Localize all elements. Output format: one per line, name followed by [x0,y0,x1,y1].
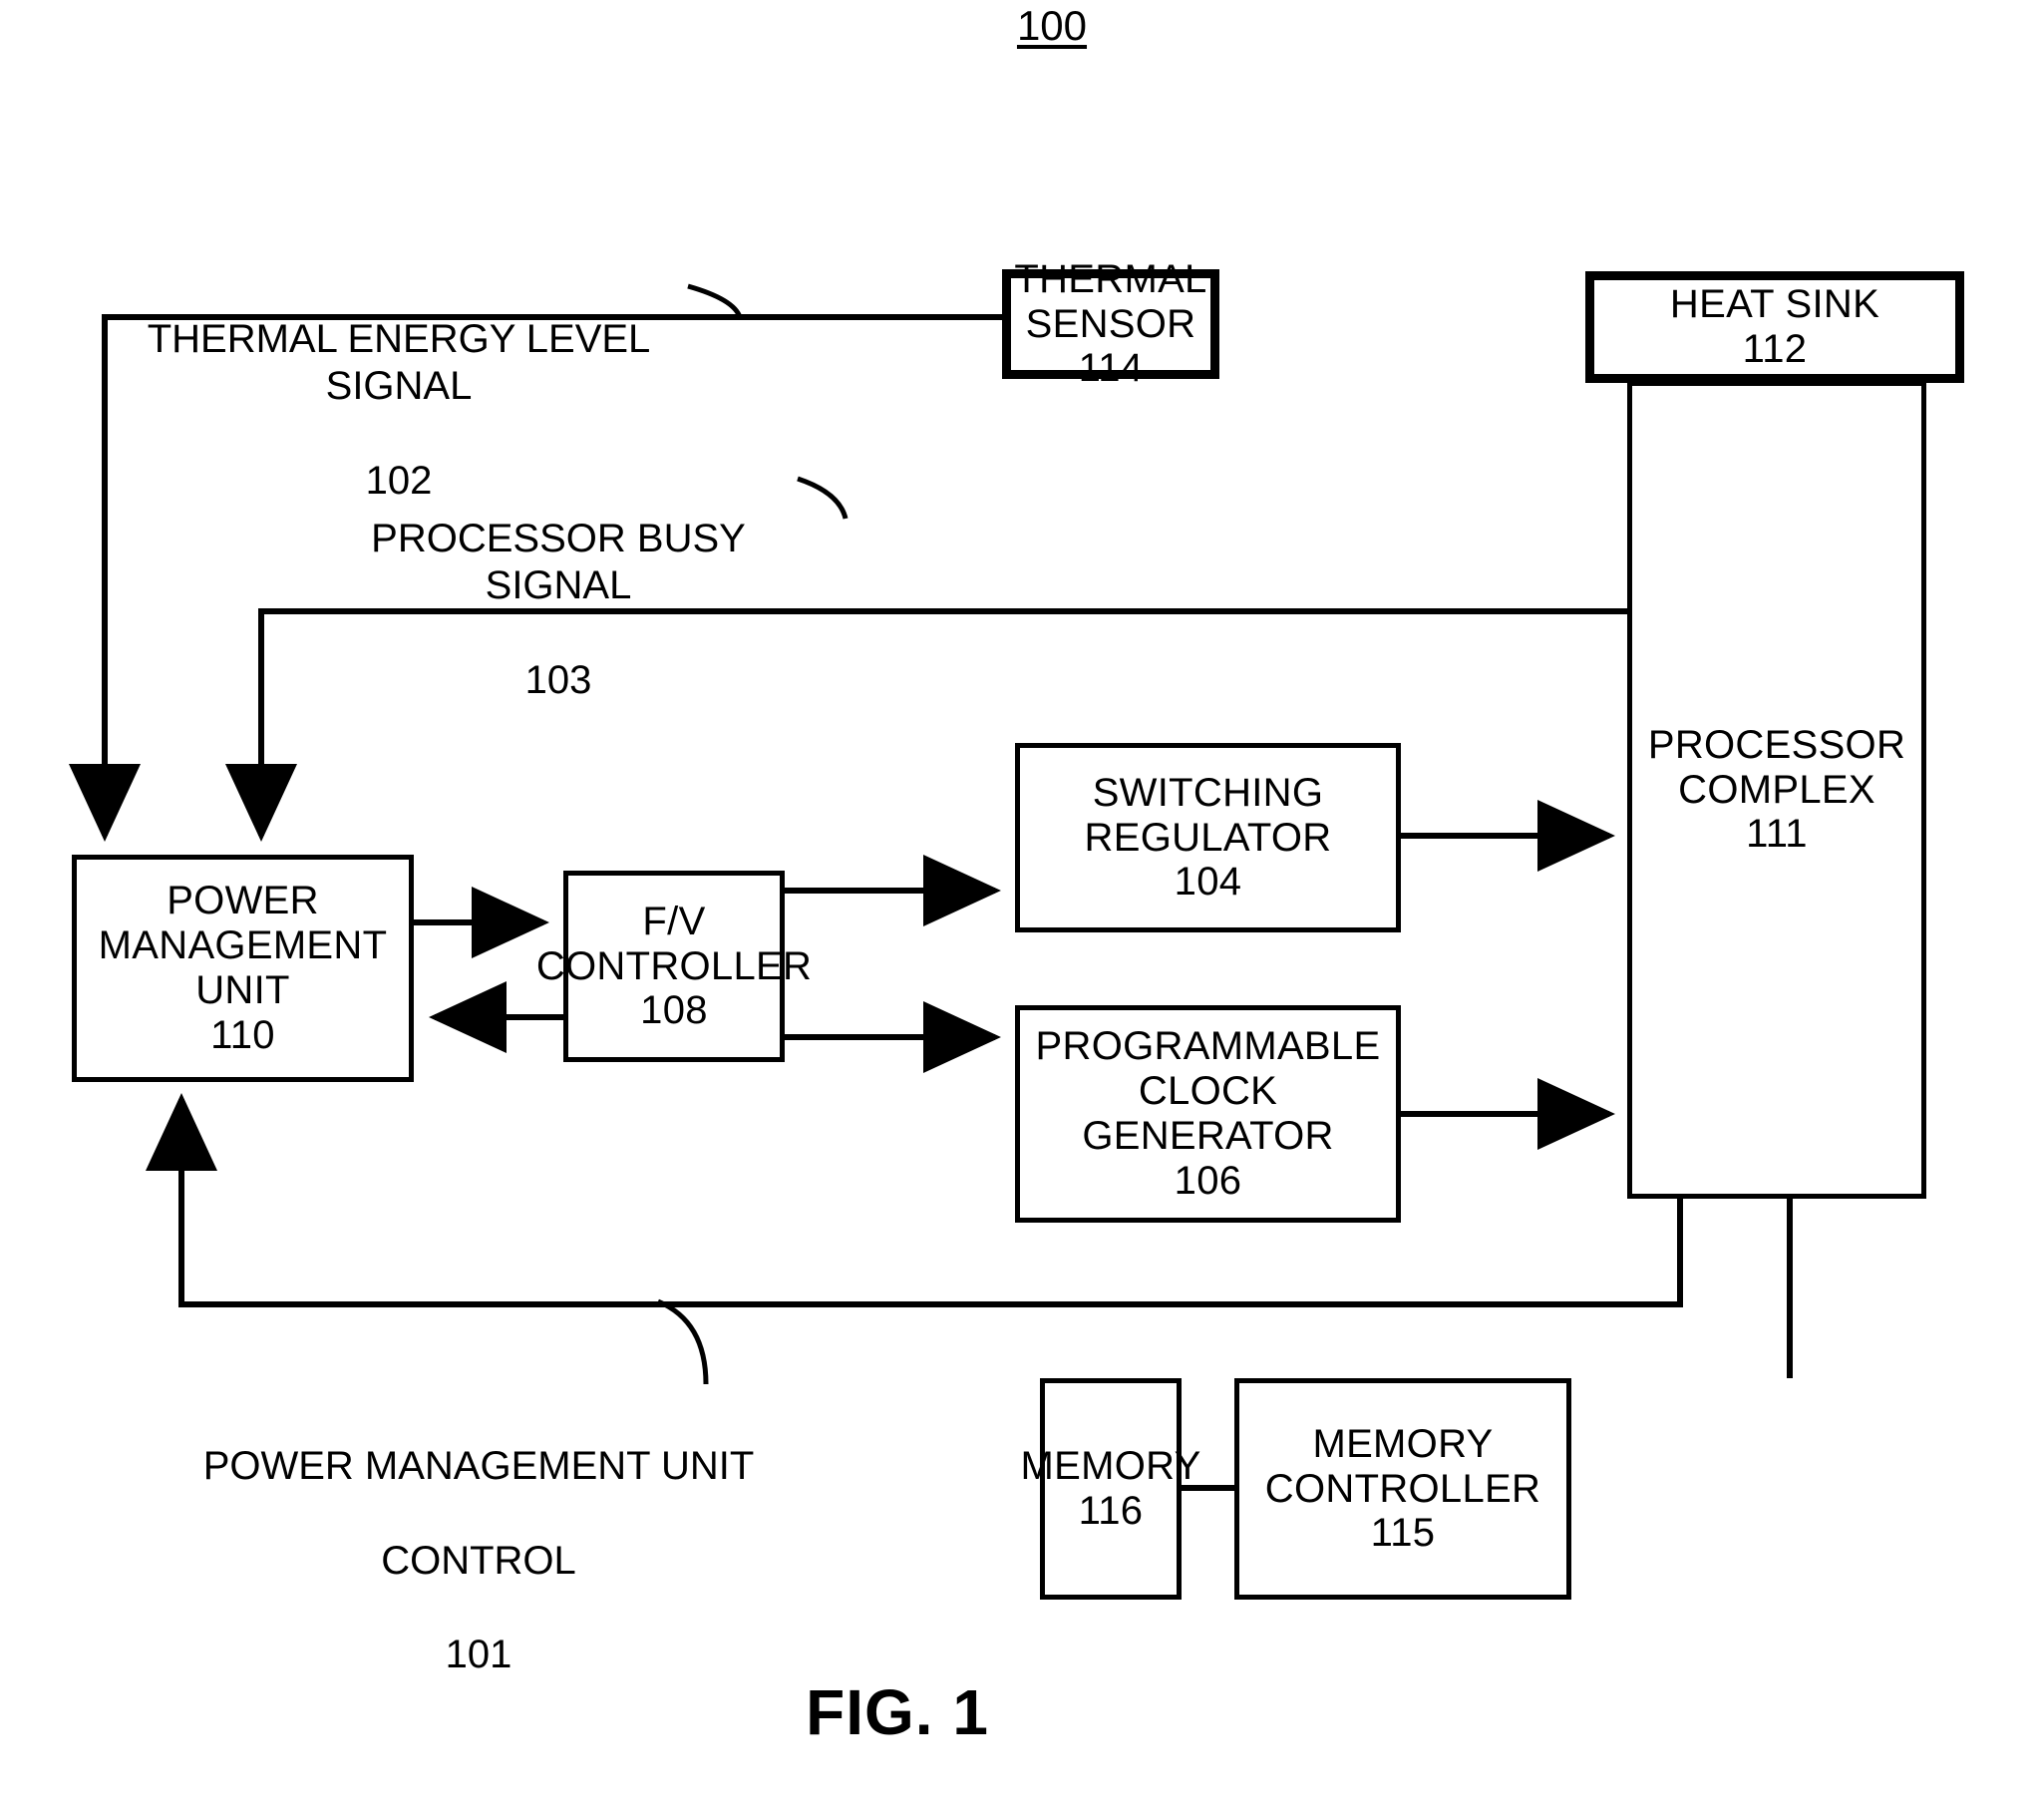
block-fv-controller-ref: 108 [640,988,708,1033]
wire-pmu-control-feedback [146,1093,1683,1307]
label-pmu-control-line1: POWER MANAGEMENT UNIT [202,1444,755,1489]
block-pmu-line1: POWER [167,879,319,923]
leader-power-management-unit-control [657,1298,709,1385]
label-processor-busy-signal-ref: 103 [524,657,592,702]
block-clock-generator-line2: CLOCK [1138,1069,1278,1114]
block-thermal-sensor[interactable]: THERMAL SENSOR 114 [1002,257,1219,390]
block-thermal-sensor-line1: THERMAL [1014,256,1207,301]
block-switching-regulator-line1: SWITCHING [1092,770,1324,815]
label-processor-busy-signal-text: PROCESSOR BUSY SIGNAL [371,517,746,608]
block-switching-regulator[interactable]: SWITCHING REGULATOR 104 [1015,743,1401,932]
figure-canvas: 100 THERMAL ENERGY LEVEL SIGNAL 102 PROC… [0,0,2039,1820]
block-programmable-clock-generator[interactable]: PROGRAMMABLE CLOCK GENERATOR 106 [1015,1005,1401,1223]
block-thermal-sensor-line2: SENSOR [1025,301,1196,346]
block-heat-sink-line1: HEAT SINK [1669,282,1880,327]
block-clock-generator-ref: 106 [1174,1158,1242,1203]
block-memory-ref: 116 [1078,1489,1144,1533]
block-fv-controller-line2: CONTROLLER [535,943,813,988]
label-pmu-control-ref: 101 [445,1632,512,1676]
block-pmu-ref: 110 [210,1012,275,1057]
block-pmu-line3: UNIT [195,968,290,1012]
label-power-management-unit-control: POWER MANAGEMENT UNIT CONTROL 101 [170,1396,788,1725]
block-processor-complex-ref: 111 [1746,812,1808,857]
figure-number: 100 [1016,2,1088,49]
label-thermal-energy-level-signal-text: THERMAL ENERGY LEVEL SIGNAL [147,317,651,409]
block-clock-generator-line1: PROGRAMMABLE [1035,1024,1381,1069]
block-memory-controller-ref: 115 [1370,1511,1436,1556]
block-memory-controller-line1: MEMORY [1312,1421,1494,1466]
block-switching-regulator-line2: REGULATOR [1084,815,1332,860]
block-fv-controller-line1: F/V [642,899,706,943]
block-memory-controller-line2: CONTROLLER [1264,1466,1541,1511]
block-processor-complex-line1: PROCESSOR [1647,722,1906,767]
block-processor-complex[interactable]: PROCESSOR COMPLEX 111 [1627,381,1926,1199]
label-pmu-control-line2: CONTROL [381,1538,576,1583]
block-clock-generator-line3: GENERATOR [1082,1114,1334,1158]
block-memory-controller[interactable]: MEMORY CONTROLLER 115 [1234,1378,1571,1600]
block-thermal-sensor-ref: 114 [1078,346,1144,391]
block-power-management-unit[interactable]: POWER MANAGEMENT UNIT 110 [72,855,414,1082]
block-processor-complex-line2: COMPLEX [1678,767,1875,812]
block-memory[interactable]: MEMORY 116 [1020,1378,1200,1600]
block-heat-sink[interactable]: HEAT SINK 112 [1585,271,1964,383]
block-switching-regulator-ref: 104 [1174,860,1242,905]
leader-processor-busy-signal [797,476,849,520]
block-pmu-line2: MANAGEMENT [98,923,388,968]
label-processor-busy-signal: PROCESSOR BUSY SIGNAL 103 [329,469,788,751]
block-memory-line1: MEMORY [1020,1444,1201,1489]
figure-caption: FIG. 1 [806,1676,989,1748]
leader-thermal-energy-level-signal [687,283,743,319]
block-heat-sink-ref: 112 [1742,327,1808,371]
block-fv-controller[interactable]: F/V CONTROLLER 108 [536,871,812,1062]
